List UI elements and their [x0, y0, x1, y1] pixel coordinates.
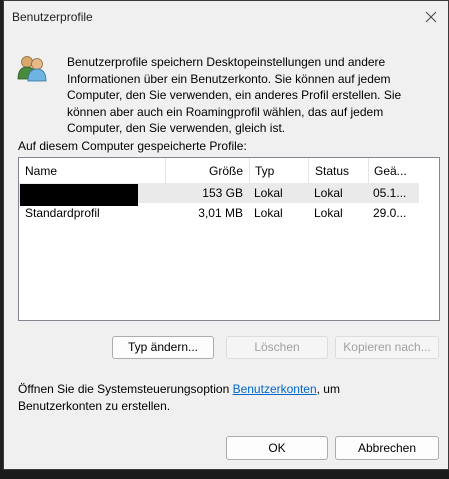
user-accounts-link[interactable]: Benutzerkonten [233, 382, 317, 396]
copy-to-button[interactable]: Kopieren nach... [335, 336, 439, 359]
row-date: 05.1... [373, 186, 407, 200]
list-header: Name Größe Typ Status Geä... [19, 158, 439, 185]
column-header-date[interactable]: Geä... [368, 158, 418, 185]
close-icon [425, 11, 437, 23]
row-size: 3,01 MB [198, 206, 243, 220]
row-type: Lokal [254, 186, 283, 200]
dialog-description: Benutzerprofile speichern Desktopeinstel… [67, 55, 402, 135]
column-header-name[interactable]: Name [19, 158, 165, 185]
close-button[interactable] [420, 6, 442, 28]
users-icon [16, 51, 48, 83]
table-row[interactable]: Standardprofil 3,01 MB Lokal Lokal 29.0.… [19, 203, 419, 223]
cancel-button[interactable]: Abbrechen [335, 436, 439, 460]
row-date: 29.0... [373, 206, 407, 220]
row-name: Standardprofil [25, 206, 100, 220]
column-header-size[interactable]: Größe [165, 158, 249, 185]
row-status: Lokal [314, 206, 343, 220]
table-row[interactable]: 153 GB Lokal Lokal 05.1... [19, 183, 419, 206]
profiles-list[interactable]: Name Größe Typ Status Geä... 153 GB Loka… [18, 157, 440, 321]
hint-prefix: Öffnen Sie die Systemsteuerungsoption [18, 382, 233, 396]
change-type-button[interactable]: Typ ändern... [112, 336, 214, 359]
profiles-caption: Auf diesem Computer gespeicherte Profile… [18, 139, 247, 153]
row-type: Lokal [254, 206, 283, 220]
user-profiles-dialog: Benutzerprofile Benutzerprofile speicher… [3, 0, 449, 470]
delete-button[interactable]: Löschen [226, 336, 328, 359]
ok-button[interactable]: OK [226, 436, 328, 460]
row-size: 153 GB [202, 186, 243, 200]
column-header-status[interactable]: Status [308, 158, 368, 185]
window-title: Benutzerprofile [12, 10, 93, 24]
column-header-type[interactable]: Typ [249, 158, 308, 185]
title-bar: Benutzerprofile [4, 1, 448, 33]
background-bottom [0, 470, 449, 479]
row-status: Lokal [314, 186, 343, 200]
accounts-hint: Öffnen Sie die Systemsteuerungsoption Be… [18, 381, 398, 415]
